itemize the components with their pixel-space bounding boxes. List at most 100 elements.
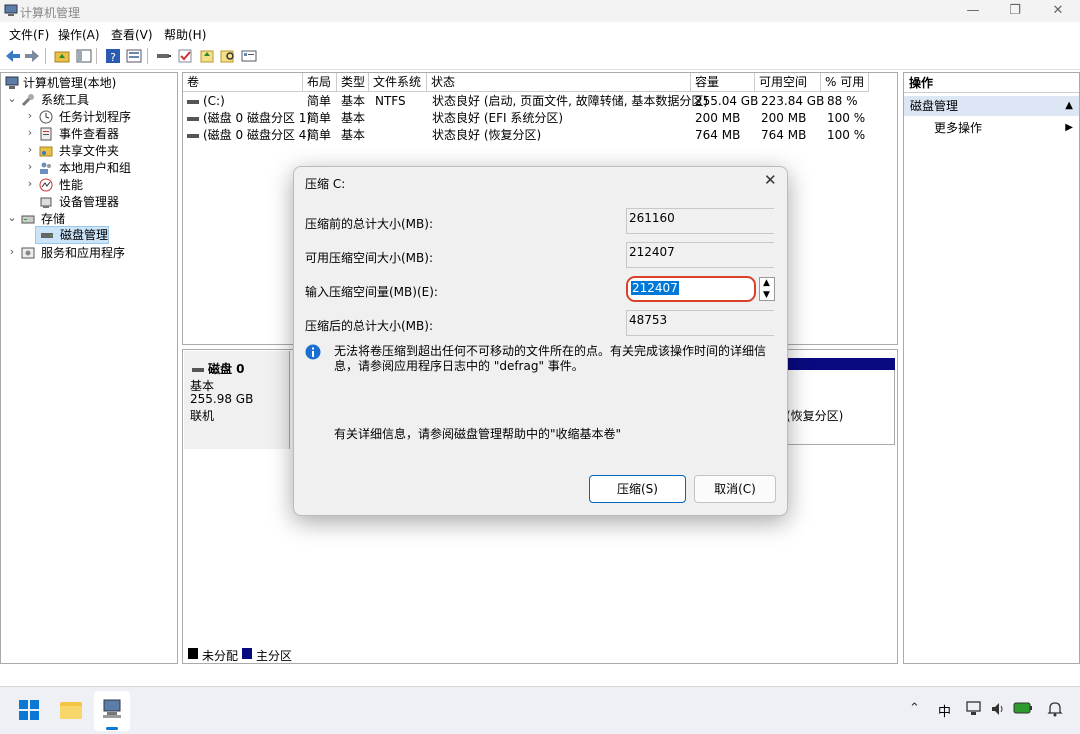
- ime-indicator[interactable]: 中: [938, 701, 951, 720]
- chevron-right-icon[interactable]: ›: [25, 177, 35, 190]
- forward-icon[interactable]: [23, 47, 41, 65]
- more-actions-item[interactable]: 更多操作 ▶: [904, 119, 1079, 137]
- chevron-right-icon[interactable]: ›: [7, 245, 17, 258]
- disk-size: 255.98 GB: [190, 392, 254, 406]
- disk-icon: [192, 367, 204, 372]
- computer-management-icon: [5, 76, 19, 89]
- computer-management-icon: [103, 699, 121, 718]
- total-before-label: 压缩前的总计大小(MB):: [305, 217, 433, 231]
- menu-view[interactable]: 查看(V): [111, 26, 153, 43]
- close-window-button[interactable]: ✕: [1043, 2, 1073, 20]
- taskbar: ⌃ 中: [0, 686, 1080, 734]
- primary-swatch: [242, 648, 252, 659]
- properties-icon[interactable]: [125, 47, 143, 65]
- available-label: 可用压缩空间大小(MB):: [305, 251, 433, 265]
- navigation-tree: 计算机管理(本地) ⌄ 系统工具 › 任务计划程序 › 事件查看器 › 共享文件…: [0, 72, 178, 664]
- services-icon: [21, 247, 35, 259]
- menu-action[interactable]: 操作(A): [58, 26, 100, 43]
- battery-icon[interactable]: [1013, 702, 1033, 714]
- users-icon: [40, 162, 51, 174]
- column-header-free[interactable]: 可用空间: [755, 73, 821, 92]
- tools-icon: [21, 94, 34, 107]
- event-log-icon: [40, 127, 52, 141]
- chevron-right-icon[interactable]: ›: [25, 126, 35, 139]
- available-value: 212407: [626, 242, 774, 268]
- performance-icon: [39, 178, 53, 192]
- cancel-button[interactable]: 取消(C): [694, 475, 776, 503]
- shrink-amount-value: 212407: [631, 281, 679, 295]
- storage-icon: [21, 215, 35, 224]
- column-header-percent-free[interactable]: % 可用: [821, 73, 869, 92]
- dialog-title: 压缩 C:: [305, 177, 346, 191]
- maximize-button[interactable]: ❐: [1000, 2, 1030, 20]
- shared-folder-icon: [39, 146, 53, 157]
- collapse-up-icon[interactable]: ▲: [1065, 96, 1073, 116]
- chevron-down-icon[interactable]: ⌄: [7, 92, 17, 105]
- stepper-up-icon[interactable]: ▲: [763, 278, 770, 288]
- tree-root-label: 计算机管理(本地): [23, 76, 117, 90]
- active-indicator: [106, 727, 118, 730]
- actions-header: 操作: [904, 73, 1079, 93]
- back-icon[interactable]: [4, 47, 22, 65]
- volume-icon[interactable]: [990, 701, 1006, 717]
- column-header-volume[interactable]: 卷: [183, 73, 303, 92]
- check-icon[interactable]: [177, 47, 195, 65]
- connect-icon[interactable]: [155, 47, 173, 65]
- clock-icon: [39, 110, 53, 124]
- quantity-stepper[interactable]: ▲ ▼: [759, 277, 775, 301]
- column-header-capacity[interactable]: 容量: [691, 73, 755, 92]
- partition-label: (恢复分区): [786, 409, 844, 423]
- chevron-right-icon[interactable]: ›: [25, 160, 35, 173]
- search-folder-icon[interactable]: [219, 47, 237, 65]
- folder-up-icon[interactable]: [198, 47, 216, 65]
- total-before-value: 261160: [626, 208, 774, 234]
- menu-file[interactable]: 文件(F): [9, 26, 49, 43]
- computer-management-taskbar-button[interactable]: [94, 691, 130, 731]
- dialog-close-icon[interactable]: ✕: [764, 171, 777, 189]
- legend-primary: 主分区: [256, 649, 293, 663]
- unallocated-swatch: [188, 648, 198, 659]
- tree-item-disk-management[interactable]: 磁盘管理: [35, 226, 109, 244]
- list-view-icon[interactable]: [240, 47, 258, 65]
- windows-start-icon[interactable]: [18, 699, 40, 721]
- chevron-right-icon[interactable]: ›: [25, 109, 35, 122]
- column-header-type[interactable]: 类型: [337, 73, 369, 92]
- shrink-dialog: 压缩 C: ✕ 压缩前的总计大小(MB): 261160 可用压缩空间大小(MB…: [293, 166, 788, 516]
- info-icon: [305, 344, 321, 360]
- network-icon[interactable]: [966, 701, 984, 717]
- stepper-down-icon[interactable]: ▼: [763, 290, 770, 300]
- svg-text:?: ?: [110, 51, 116, 64]
- column-header-layout[interactable]: 布局: [303, 73, 337, 92]
- chevron-down-icon[interactable]: ⌄: [7, 211, 17, 224]
- notification-bell-icon[interactable]: [1047, 700, 1063, 718]
- show-hide-tree-icon[interactable]: [75, 47, 93, 65]
- total-after-value: 48753: [626, 310, 774, 336]
- title-bar: 计算机管理: [0, 0, 1080, 22]
- up-folder-icon[interactable]: [53, 47, 71, 65]
- file-explorer-icon[interactable]: [59, 699, 83, 721]
- volume-icon: [187, 116, 199, 121]
- chevron-up-icon[interactable]: ⌃: [909, 701, 920, 716]
- recovery-partition-block[interactable]: (恢复分区): [785, 358, 895, 445]
- disk-status: 联机: [190, 409, 215, 423]
- shrink-button[interactable]: 压缩(S): [589, 475, 686, 503]
- volume-icon: [187, 99, 199, 104]
- volume-icon: [187, 133, 199, 138]
- disk-drive-icon: [41, 233, 53, 238]
- window-title: 计算机管理: [20, 6, 81, 20]
- info-message: 无法将卷压缩到超出任何不可移动的文件所在的点。有关完成该操作时间的详细信息，请参…: [334, 344, 767, 373]
- column-header-status[interactable]: 状态: [427, 73, 691, 92]
- input-label: 输入压缩空间量(MB)(E):: [305, 285, 438, 299]
- help-message: 有关详细信息，请参阅磁盘管理帮助中的"收缩基本卷": [334, 427, 622, 441]
- computer-management-icon: [4, 4, 18, 16]
- disk-0-label-panel[interactable]: 磁盘 0 基本 255.98 GB 联机: [184, 351, 290, 449]
- minimize-button[interactable]: —: [958, 2, 988, 20]
- menu-help[interactable]: 帮助(H): [164, 26, 206, 43]
- total-after-label: 压缩后的总计大小(MB):: [305, 319, 433, 333]
- shrink-amount-input[interactable]: 212407: [626, 276, 756, 302]
- column-header-filesystem[interactable]: 文件系统: [369, 73, 427, 92]
- actions-section-disk-management[interactable]: 磁盘管理 ▲: [904, 96, 1079, 116]
- help-icon[interactable]: ?: [104, 47, 122, 65]
- chevron-right-icon[interactable]: ›: [25, 143, 35, 156]
- legend-unallocated: 未分配: [202, 649, 239, 663]
